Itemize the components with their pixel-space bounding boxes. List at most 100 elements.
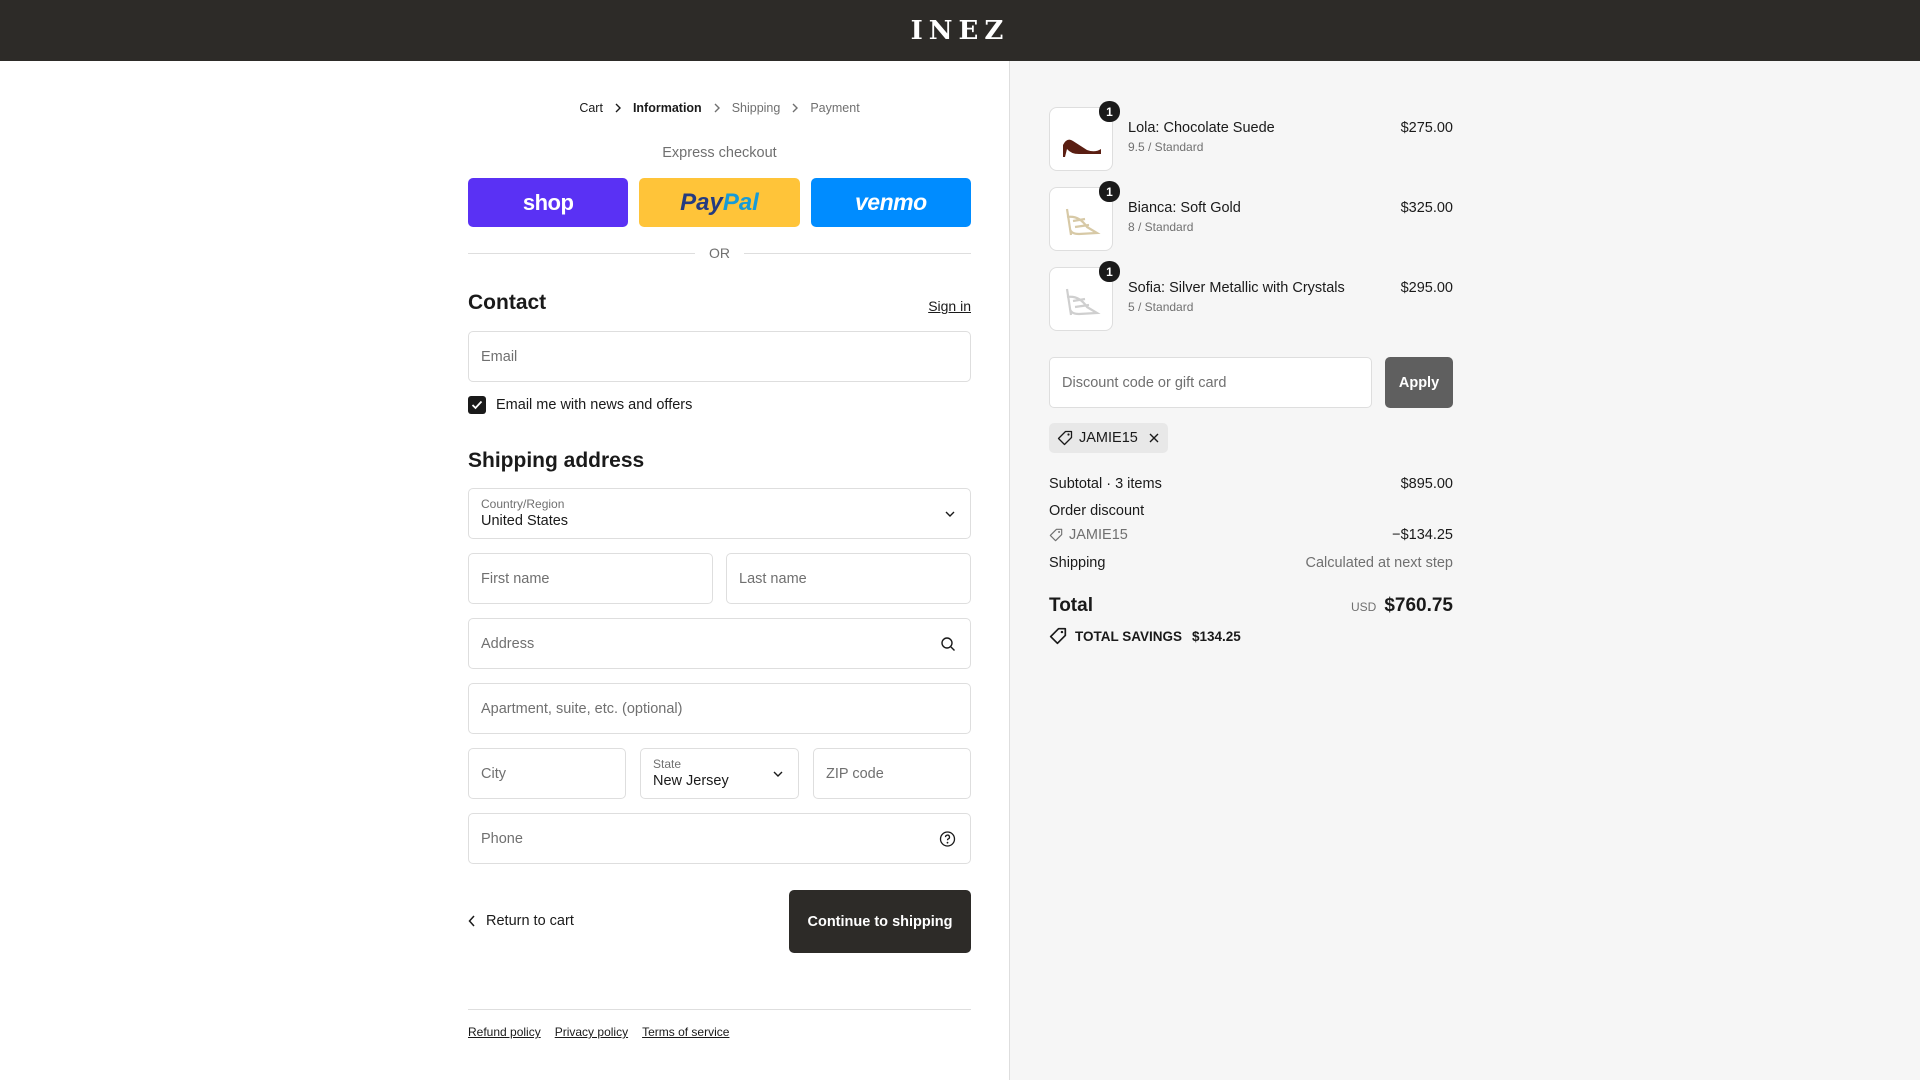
order-summary: 1 Lola: Chocolate Suede 9.5 / Standard $… xyxy=(1049,101,1453,1007)
breadcrumb-cart[interactable]: Cart xyxy=(579,101,603,115)
line-item: 1 Sofia: Silver Metallic with Crystals 5… xyxy=(1049,261,1453,331)
total-savings: TOTAL SAVINGS $134.25 xyxy=(1049,627,1241,645)
shipping-address-title: Shipping address xyxy=(468,449,645,472)
tag-icon xyxy=(1049,627,1067,645)
continue-to-shipping-button[interactable]: Continue to shipping xyxy=(789,890,971,953)
phone-field[interactable]: Phone xyxy=(468,813,971,864)
return-to-cart-label: Return to cart xyxy=(486,913,574,929)
email-field[interactable]: Email xyxy=(468,331,971,382)
checkout-form-column: Cart Information Shipping Payment Expres… xyxy=(468,61,971,1080)
discount-code-row: JAMIE15 −$134.25 xyxy=(1049,527,1453,543)
brand-logo[interactable]: INEZ xyxy=(911,16,1010,46)
item-variant: 8 / Standard xyxy=(1128,220,1194,234)
address-placeholder: Address xyxy=(481,635,535,652)
paypal-button[interactable]: Pay Pal xyxy=(639,178,800,227)
shop-pay-label: shop xyxy=(522,189,574,215)
subtotal-value: $895.00 xyxy=(1400,476,1453,492)
chevron-down-icon xyxy=(944,510,956,518)
shop-pay-button[interactable]: shop xyxy=(468,178,629,227)
discount-placeholder: Discount code or gift card xyxy=(1062,374,1227,391)
divider-line xyxy=(468,252,695,254)
email-placeholder: Email xyxy=(481,348,518,365)
item-name: Lola: Chocolate Suede xyxy=(1128,120,1275,136)
or-divider: OR xyxy=(468,245,971,261)
subtotal-label: Subtotal · 3 items xyxy=(1049,476,1162,492)
apartment-field[interactable]: Apartment, suite, etc. (optional) xyxy=(468,683,971,734)
last-name-placeholder: Last name xyxy=(739,570,807,587)
quantity-badge: 1 xyxy=(1099,261,1120,282)
paypal-label-pal: Pal xyxy=(722,188,759,216)
item-price: $275.00 xyxy=(1400,120,1453,136)
chevron-right-icon xyxy=(791,103,799,113)
apply-discount-button[interactable]: Apply xyxy=(1385,357,1453,408)
newsletter-checkbox-row[interactable]: Email me with news and offers xyxy=(468,396,692,414)
first-name-placeholder: First name xyxy=(481,570,550,587)
checkout-form-panel: Cart Information Shipping Payment Expres… xyxy=(0,61,1009,1080)
applied-code-label: JAMIE15 xyxy=(1079,430,1138,446)
order-summary-panel: 1 Lola: Chocolate Suede 9.5 / Standard $… xyxy=(1009,61,1920,1080)
shoe-sandal-icon xyxy=(1065,288,1101,316)
quantity-badge: 1 xyxy=(1099,181,1120,202)
sign-in-link[interactable]: Sign in xyxy=(928,298,971,314)
zip-placeholder: ZIP code xyxy=(826,765,884,782)
shipping-row: Shipping Calculated at next step xyxy=(1049,555,1453,571)
divider-line xyxy=(744,252,971,254)
item-variant: 5 / Standard xyxy=(1128,300,1194,314)
city-field[interactable]: City xyxy=(468,748,626,799)
total-amount: USD $760.75 xyxy=(1351,595,1453,617)
discount-code-label: JAMIE15 xyxy=(1069,527,1128,543)
terms-of-service-link[interactable]: Terms of service xyxy=(642,1025,729,1039)
return-to-cart-link[interactable]: Return to cart xyxy=(468,913,574,929)
item-variant: 9.5 / Standard xyxy=(1128,140,1204,154)
venmo-button[interactable]: venmo xyxy=(810,178,971,227)
refund-policy-link[interactable]: Refund policy xyxy=(468,1025,541,1039)
country-label: Country/Region xyxy=(481,497,565,511)
first-name-field[interactable]: First name xyxy=(468,553,713,604)
express-checkout-title: Express checkout xyxy=(662,145,777,161)
chevron-right-icon xyxy=(713,103,721,113)
express-checkout-buttons: shop Pay Pal venmo xyxy=(468,178,971,227)
tag-icon xyxy=(1049,528,1063,542)
chevron-down-icon xyxy=(772,770,784,778)
state-label: State xyxy=(653,757,682,771)
footer-divider xyxy=(468,1009,971,1010)
line-item: 1 Lola: Chocolate Suede 9.5 / Standard $… xyxy=(1049,101,1453,171)
paypal-label-pay: Pay xyxy=(680,188,723,216)
shipping-label: Shipping xyxy=(1049,555,1106,571)
order-discount-row: Order discount xyxy=(1049,503,1453,519)
discount-code-input[interactable]: Discount code or gift card xyxy=(1049,357,1372,408)
breadcrumb-payment: Payment xyxy=(810,101,860,115)
footer-links: Refund policy Privacy policy Terms of se… xyxy=(468,1025,729,1039)
savings-value: $134.25 xyxy=(1192,628,1241,644)
subtotal-row: Subtotal · 3 items $895.00 xyxy=(1049,476,1453,492)
chevron-right-icon xyxy=(614,103,622,113)
venmo-label: venmo xyxy=(855,189,927,215)
order-discount-label: Order discount xyxy=(1049,503,1145,519)
item-price: $295.00 xyxy=(1400,280,1453,296)
line-item: 1 Bianca: Soft Gold 8 / Standard $325.00 xyxy=(1049,181,1453,251)
contact-title: Contact xyxy=(468,291,547,314)
last-name-field[interactable]: Last name xyxy=(726,553,971,604)
chevron-left-icon xyxy=(468,915,476,927)
item-name: Bianca: Soft Gold xyxy=(1128,200,1241,216)
search-icon[interactable] xyxy=(940,636,956,652)
discount-value: −$134.25 xyxy=(1392,527,1453,543)
quantity-badge: 1 xyxy=(1099,101,1120,122)
shipping-value: Calculated at next step xyxy=(1305,555,1453,571)
remove-discount-icon[interactable] xyxy=(1148,432,1160,444)
check-icon xyxy=(471,400,483,410)
newsletter-checkbox[interactable] xyxy=(468,396,486,414)
tag-icon xyxy=(1057,430,1073,446)
or-label: OR xyxy=(709,245,730,261)
zip-field[interactable]: ZIP code xyxy=(813,748,971,799)
country-value: United States xyxy=(481,513,569,529)
address-field[interactable]: Address xyxy=(468,618,971,669)
breadcrumb-information: Information xyxy=(632,101,702,115)
apartment-placeholder: Apartment, suite, etc. (optional) xyxy=(481,700,683,717)
state-select[interactable]: State New Jersey xyxy=(640,748,799,799)
help-icon[interactable] xyxy=(939,830,956,847)
top-header: INEZ xyxy=(0,0,1920,61)
country-select[interactable]: Country/Region United States xyxy=(468,488,971,539)
privacy-policy-link[interactable]: Privacy policy xyxy=(555,1025,628,1039)
shoe-pump-icon xyxy=(1063,139,1101,157)
